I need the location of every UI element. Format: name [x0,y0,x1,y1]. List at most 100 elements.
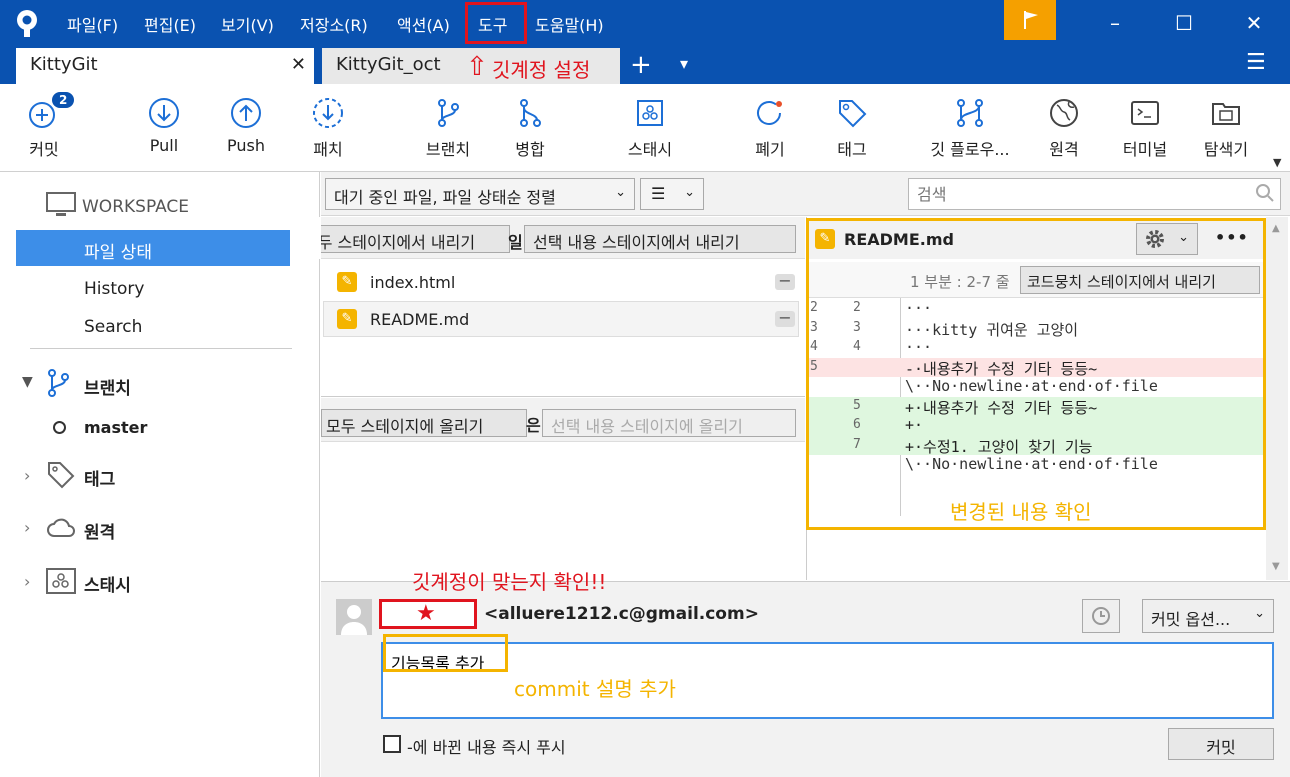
discard-button[interactable]: 폐기 [730,96,810,160]
workspace-header: WORKSPACE [82,197,190,217]
toolbar-label: 커밋 [29,140,59,159]
commit-toolbar-button[interactable]: 2 커밋 [4,92,84,160]
branch-button[interactable]: 브랜치 [408,96,488,160]
unstage-file-button[interactable]: − [775,310,795,327]
explorer-icon [1209,96,1243,130]
push-immediately-label: -에 바뀐 내용 즉시 푸시 [407,738,566,757]
menu-repository[interactable]: 저장소(R) [300,12,368,36]
diff-highlight-box [806,218,1266,530]
clock-icon [1091,606,1111,630]
sidebar-item-file-status[interactable]: 파일 상태 [16,230,290,266]
merge-button[interactable]: 병합 [490,96,570,160]
tab-kittygit[interactable]: KittyGit ✕ [16,48,314,84]
toolbar-label: Push [227,136,265,155]
annotation-check-account: 깃계정이 맞는지 확인!! [412,570,607,594]
unstage-file-button[interactable]: − [775,273,795,290]
minimize-button[interactable]: – [1100,8,1130,38]
menu-help[interactable]: 도움말(H) [535,12,604,36]
chevron-down-icon[interactable]: ▼ [22,374,33,390]
chevron-right-icon[interactable]: › [24,572,30,591]
branch-icon [46,368,72,402]
list-icon: ☰ [651,184,666,203]
sidebar-item-history[interactable]: History [84,279,144,299]
chevron-right-icon[interactable]: › [24,466,30,485]
push-immediately-checkbox[interactable] [383,735,401,753]
flag-icon [1022,10,1040,34]
menu-tools[interactable]: 도구 [478,12,507,36]
sidebar-branch-master[interactable]: master [84,418,147,437]
annotation-arrow-icon: ⇧ [466,52,488,82]
sort-dropdown[interactable]: 대기 중인 파일, 파일 상태순 정렬 ⌄ [325,178,635,210]
staged-header-text: 일 [508,233,523,252]
sidebar-branches[interactable]: 브랜치 [84,374,131,399]
patch-button[interactable]: 패치 [288,96,368,160]
file-name: README.md [370,310,470,329]
stash-button[interactable]: 스태시 [610,96,690,160]
toolbar-label: 터미널 [1122,140,1168,159]
pull-button[interactable]: Pull [124,96,204,155]
globe-icon [1047,96,1081,130]
sidebar-remotes[interactable]: 원격 [84,518,115,543]
commit-options-dropdown[interactable]: 커밋 옵션... ⌄ [1142,599,1274,633]
close-icon[interactable]: ✕ [291,54,306,75]
unstaged-list [321,443,805,580]
menu-action[interactable]: 액션(A) [397,12,450,36]
tag-button[interactable]: 태그 [812,96,892,160]
terminal-button[interactable]: 터미널 [1105,96,1185,160]
push-button[interactable]: Push [206,96,286,155]
commit-options-label: 커밋 옵션... [1151,610,1231,629]
modified-icon: ✎ [337,272,357,292]
menu-edit[interactable]: 편집(E) [144,12,196,36]
cloud-icon [46,516,76,544]
stage-selected-button[interactable]: 선택 내용 스테이지에 올리기 [542,409,796,437]
flag-button[interactable] [1004,0,1056,40]
unstage-selected-button[interactable]: 선택 내용 스테이지에서 내리기 [524,225,796,253]
unstage-all-button[interactable]: 모두 스테이지에서 내리기 [300,225,510,253]
toolbar-label: 태그 [837,140,867,159]
view-mode-dropdown[interactable]: ☰ ⌄ [640,178,704,210]
add-tab-button[interactable]: + [630,50,652,80]
tab-label: KittyGit [30,54,98,75]
gitflow-icon [953,96,987,130]
menu-file[interactable]: 파일(F) [67,12,118,36]
avatar [336,599,372,635]
remote-button[interactable]: 원격 [1024,96,1104,160]
file-name: index.html [370,273,456,292]
scroll-down-icon[interactable]: ▼ [1272,561,1280,572]
gitflow-button[interactable]: 깃 플로우... [920,96,1020,160]
sidebar-item-search[interactable]: Search [84,317,142,337]
explorer-button[interactable]: 탐색기 [1186,96,1266,160]
hamburger-menu-button[interactable]: ☰ [1246,50,1266,75]
menu-view[interactable]: 보기(V) [221,12,274,36]
toolbar-overflow-icon[interactable]: ▼ [1273,156,1281,169]
search-input[interactable] [908,178,1281,210]
diff-scrollbar[interactable]: ▲ ▼ [1266,217,1288,580]
tab-dropdown-button[interactable]: ▾ [680,54,688,73]
commit-history-button[interactable] [1082,599,1120,633]
sidebar-divider [30,348,292,349]
terminal-icon [1128,96,1162,130]
toolbar-label: 폐기 [755,140,785,159]
toolbar-label: 탐색기 [1203,140,1249,159]
chevron-right-icon[interactable]: › [24,518,30,537]
file-row-index-html[interactable]: ✎ index.html − [323,264,799,300]
tag-icon [46,460,76,494]
tab-label: KittyGit_oct [336,54,441,75]
arrow-up-circle-icon [229,96,263,130]
scroll-up-icon[interactable]: ▲ [1272,223,1280,234]
toolbar-label: 원격 [1049,140,1079,159]
search-icon [1255,183,1275,207]
chevron-down-icon: ⌄ [684,185,695,200]
commit-button[interactable]: 커밋 [1168,728,1274,760]
annotation-git-account-setting: 깃계정 설정 [492,58,591,82]
sidebar-stashes[interactable]: 스태시 [84,571,131,596]
sidebar-tags[interactable]: 태그 [84,465,115,490]
stage-all-button[interactable]: 모두 스테이지에 올리기 [321,409,527,437]
stash-icon [46,568,76,598]
maximize-button[interactable]: ☐ [1169,8,1199,38]
close-window-button[interactable]: ✕ [1239,8,1269,38]
file-row-readme[interactable]: ✎ README.md − [323,301,799,337]
toolbar-label: 스태시 [627,140,673,159]
modified-icon: ✎ [337,309,357,329]
unstage-all-label: 모두 스테이지에서 내리기 [303,233,476,252]
